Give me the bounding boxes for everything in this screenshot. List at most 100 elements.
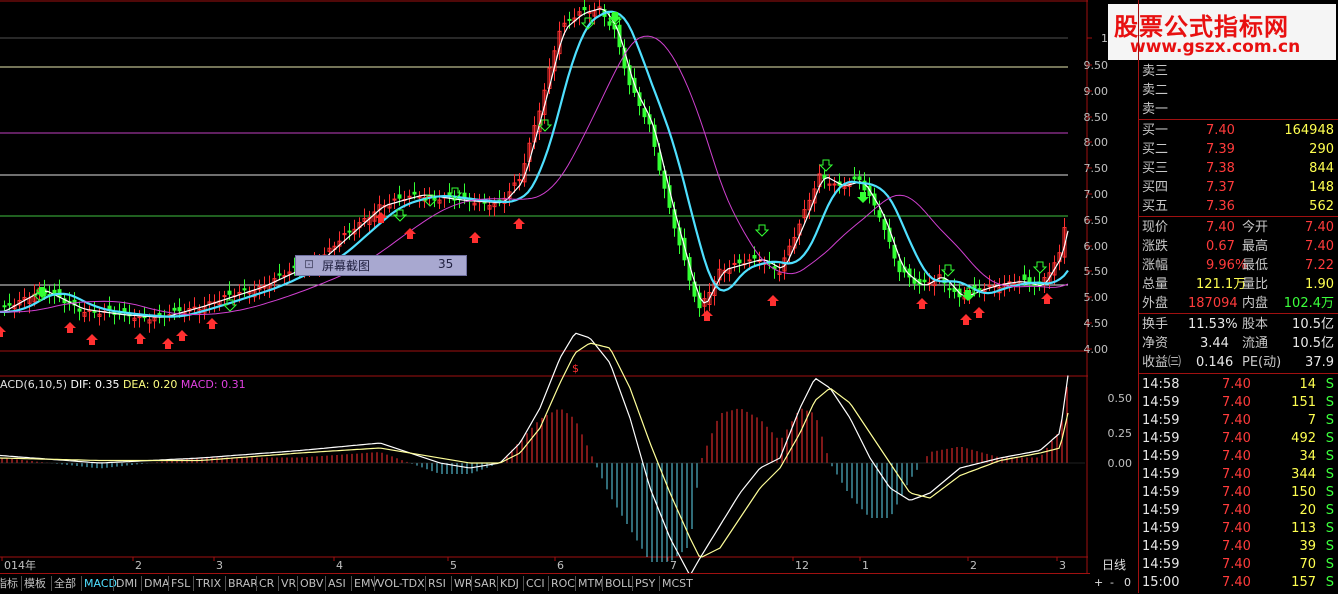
tick-side: S — [1325, 395, 1334, 410]
tick-time: 14:59 — [1142, 467, 1180, 482]
tab-divider — [278, 576, 279, 591]
tick-row[interactable]: 14:59 7.40 20 S — [1138, 501, 1338, 520]
indicator-tab[interactable]: 指标 — [0, 575, 18, 593]
candle-body — [567, 18, 572, 21]
field-label: 现价 — [1142, 220, 1169, 235]
indicator-tab[interactable]: ASI — [328, 575, 346, 593]
indicator-tab[interactable]: 全部 — [54, 575, 76, 593]
indicator-tab[interactable]: KDJ — [500, 575, 519, 593]
field-label: 流通 — [1242, 336, 1269, 351]
candle-body — [877, 210, 882, 218]
sell-label: 卖三 — [1142, 64, 1169, 79]
earnings: 0.146 — [1196, 355, 1234, 370]
candle-body — [227, 290, 232, 295]
tick-volume: 151 — [1291, 395, 1316, 410]
tab-divider — [659, 576, 660, 591]
tick-row[interactable]: 14:59 7.40 492 S — [1138, 429, 1338, 448]
indicator-tab[interactable]: MCST — [662, 575, 693, 593]
indicator-tab[interactable]: DMI — [116, 575, 137, 593]
buy-row[interactable]: 买四 7.37 148 — [1138, 178, 1338, 197]
tick-volume: 34 — [1299, 449, 1316, 464]
tick-row[interactable]: 14:59 7.40 150 S — [1138, 483, 1338, 502]
buy-row[interactable]: 买三 7.38 844 — [1138, 159, 1338, 178]
tab-divider — [632, 576, 633, 591]
tab-divider — [297, 576, 298, 591]
indicator-tab[interactable]: OBV — [300, 575, 323, 593]
tick-row[interactable]: 14:59 7.40 151 S — [1138, 393, 1338, 412]
tab-divider — [193, 576, 194, 591]
inner-volume: 102.4万 — [1283, 296, 1334, 311]
pe-ratio: 37.9 — [1305, 355, 1334, 370]
tab-divider — [575, 576, 576, 591]
date-axis-label: 5 — [450, 559, 457, 572]
indicator-tab[interactable]: MTM — [578, 575, 604, 593]
indicator-tab[interactable]: CR — [259, 575, 274, 593]
buy-volume: 290 — [1309, 142, 1334, 157]
buy-row[interactable]: 买二 7.39 290 — [1138, 140, 1338, 159]
indicator-tab[interactable]: VR — [281, 575, 296, 593]
buy-label: 买五 — [1142, 199, 1169, 214]
indicator-tab[interactable]: 模板 — [24, 575, 46, 593]
candle-body — [642, 108, 647, 118]
zoom-reset-button[interactable]: 0 — [1124, 576, 1131, 589]
date-axis-label: 4 — [336, 559, 343, 572]
date-axis-label: 12 — [795, 559, 809, 572]
tick-row[interactable]: 14:59 7.40 344 S — [1138, 465, 1338, 484]
zoom-in-button[interactable]: + — [1094, 576, 1103, 589]
tick-volume: 492 — [1291, 431, 1316, 446]
indicator-tab[interactable]: TRIX — [196, 575, 221, 593]
total-shares: 10.5亿 — [1292, 317, 1334, 332]
tick-price: 7.40 — [1222, 521, 1251, 536]
field-label: 内盘 — [1242, 296, 1269, 311]
tick-row[interactable]: 14:58 7.40 14 S — [1138, 375, 1338, 394]
sell-row[interactable]: 卖二 — [1138, 81, 1338, 100]
tab-divider — [51, 576, 52, 591]
date-axis-label: 6 — [557, 559, 564, 572]
field-label: 收益㈢ — [1142, 355, 1182, 370]
tick-row[interactable]: 14:59 7.40 70 S — [1138, 555, 1338, 574]
tab-divider — [523, 576, 524, 591]
date-axis-label: 014年 — [4, 558, 36, 572]
indicator-tab[interactable]: RSI — [428, 575, 446, 593]
date-axis-label: 2 — [970, 559, 977, 572]
tick-side: S — [1325, 575, 1334, 590]
screenshot-value: 35 — [438, 257, 454, 271]
zoom-out-button[interactable]: - — [1110, 576, 1114, 589]
indicator-tab[interactable]: VOL-TDX — [377, 575, 425, 593]
tick-row[interactable]: 14:59 7.40 7 S — [1138, 411, 1338, 430]
field-label: 量比 — [1242, 277, 1269, 292]
tick-row[interactable]: 14:59 7.40 34 S — [1138, 447, 1338, 466]
candle-body — [582, 6, 587, 11]
tick-price: 7.40 — [1222, 557, 1251, 572]
candle-body — [747, 259, 752, 262]
tick-side: S — [1325, 539, 1334, 554]
price-chart[interactable]: 19.509.008.508.007.507.006.506.005.505.0… — [0, 0, 1138, 573]
indicator-tab[interactable]: FSL — [171, 575, 190, 593]
tick-row[interactable]: 15:00 7.40 157 S — [1138, 573, 1338, 592]
tick-row[interactable]: 14:59 7.40 113 S — [1138, 519, 1338, 538]
indicator-tab[interactable]: PSY — [635, 575, 655, 593]
indicator-tab[interactable]: BRAR — [228, 575, 258, 593]
tick-time: 14:59 — [1142, 431, 1180, 446]
open-price: 7.40 — [1305, 220, 1334, 235]
indicator-tab[interactable]: BOLL — [605, 575, 633, 593]
float-shares: 10.5亿 — [1292, 336, 1334, 351]
buy-row[interactable]: 买五 7.36 562 — [1138, 197, 1338, 216]
indicator-tab[interactable]: CCI — [526, 575, 545, 593]
indicator-tab[interactable]: WR — [454, 575, 473, 593]
indicator-tab[interactable]: ROC — [551, 575, 575, 593]
price-change: 0.67 — [1206, 239, 1235, 254]
indicator-tab[interactable]: SAR — [474, 575, 496, 593]
tick-time: 14:59 — [1142, 539, 1180, 554]
sell-row[interactable]: 卖三 — [1138, 62, 1338, 81]
indicator-tab[interactable]: DMA — [144, 575, 170, 593]
candle-body — [407, 195, 412, 198]
screenshot-tooltip[interactable]: ⊡ 屏幕截图 35 — [295, 255, 467, 276]
sell-row[interactable]: 卖一 — [1138, 100, 1338, 119]
buy-row[interactable]: 买一 7.40 164948 — [1138, 121, 1338, 140]
period-label[interactable]: 日线 — [1090, 557, 1138, 573]
tick-volume: 14 — [1299, 377, 1316, 392]
tick-row[interactable]: 14:59 7.40 39 S — [1138, 537, 1338, 556]
tick-volume: 20 — [1299, 503, 1316, 518]
tick-side: S — [1325, 449, 1334, 464]
